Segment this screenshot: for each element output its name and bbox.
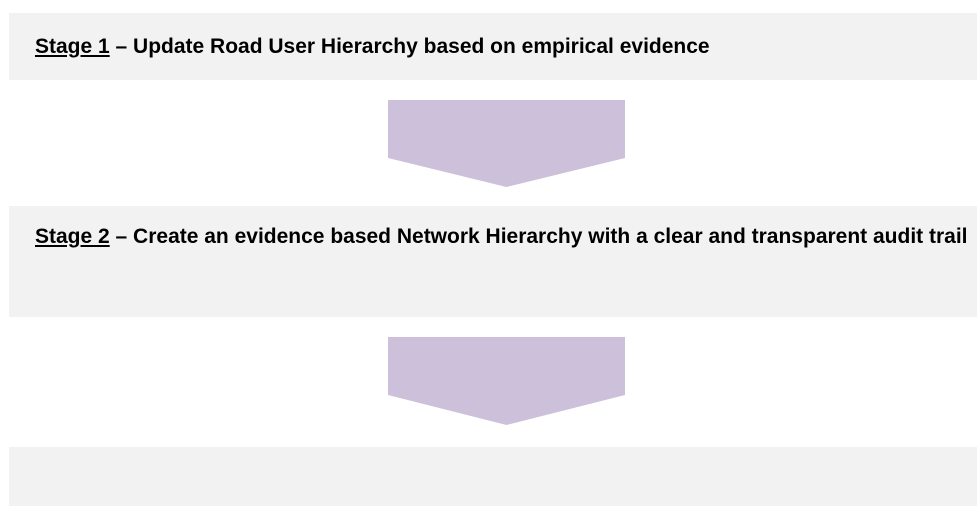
down-arrow-icon [388, 337, 625, 425]
stage-3-box [9, 447, 977, 506]
stage-1-tag: Stage 1 [35, 35, 110, 58]
stage-2-tag: Stage 2 [35, 225, 110, 248]
stage-2-box: Stage 2 – Create an evidence based Netwo… [9, 206, 977, 317]
down-arrow-icon [388, 100, 625, 187]
stage-2-text: – Create an evidence based Network Hiera… [109, 225, 968, 248]
down-arrow-connector-2 [388, 337, 625, 425]
stage-1-box: Stage 1 – Update Road User Hierarchy bas… [9, 13, 977, 80]
down-arrow-connector-1 [388, 100, 625, 187]
stage-1-text: – Update Road User Hierarchy based on em… [109, 35, 710, 58]
